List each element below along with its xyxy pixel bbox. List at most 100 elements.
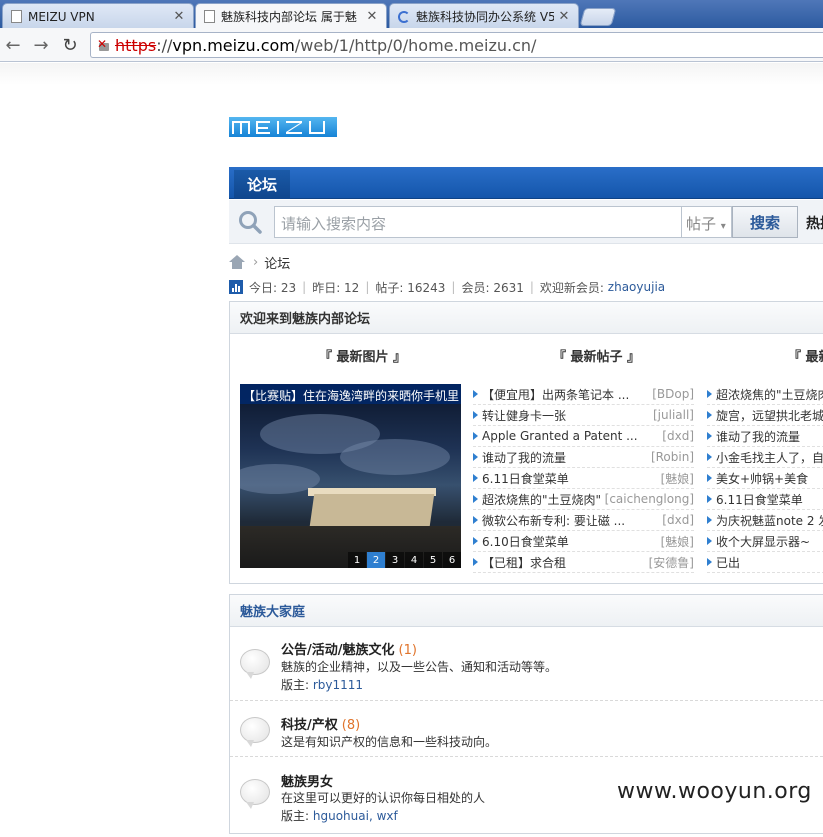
close-icon[interactable]: ✕: [173, 9, 185, 24]
triangle-bullet-icon: [473, 474, 478, 482]
forum-title-link[interactable]: 公告/活动/魅族文化: [281, 643, 395, 658]
search-bar: 请输入搜索内容 帖子 ▾ 搜索 热搜: [229, 200, 823, 244]
latest-post-item[interactable]: 【已租】求合租 [安德鲁]: [473, 552, 694, 573]
back-arrow-icon[interactable]: ←: [2, 34, 24, 56]
post-title[interactable]: 为庆祝魅蓝note 2 发: [716, 512, 823, 529]
triangle-bullet-icon: [707, 516, 712, 524]
forum-description: 魅族的企业精神，以及一些公告、通知和活动等等。: [281, 660, 558, 674]
post-title[interactable]: 微软公布新专利: 要让磁 ...: [482, 512, 658, 529]
latest-post-item[interactable]: Apple Granted a Patent ... [dxd]: [473, 426, 694, 447]
post-author[interactable]: [dxd]: [662, 429, 694, 443]
post-title[interactable]: 谁动了我的流量: [482, 449, 647, 466]
image-slideshow[interactable]: 【比赛贴】住在海逸湾畔的来晒你手机里 1 2 3 4 5 6: [240, 384, 461, 568]
post-title[interactable]: 谁动了我的流量: [716, 428, 823, 445]
third-column-list: 超浓烧焦的"土豆烧肉" 旋宫，远望拱北老城谁动了我的流量小金毛找主人了，自美女+帅…: [707, 384, 823, 573]
post-author[interactable]: [juliall]: [653, 408, 694, 422]
cloud-shape: [340, 439, 450, 475]
nav-tab-forum[interactable]: 论坛: [234, 170, 290, 199]
breadcrumb-forum[interactable]: 论坛: [264, 253, 290, 272]
list-item[interactable]: 旋宫，远望拱北老城: [707, 405, 823, 426]
post-author[interactable]: [魅娘]: [661, 470, 694, 487]
close-icon[interactable]: ✕: [558, 9, 570, 24]
post-title[interactable]: 【已租】求合租: [482, 554, 645, 571]
post-title[interactable]: 6.10日食堂菜单: [482, 533, 657, 550]
pager-dot[interactable]: 1: [348, 552, 366, 568]
latest-images-heading: 『 最新图片 』: [319, 350, 407, 365]
forum-description: 在这里可以更好的认识你每日相处的人: [281, 791, 486, 805]
new-tab-button[interactable]: [579, 8, 617, 26]
watermark: www.wooyun.org: [617, 779, 812, 804]
search-button[interactable]: 搜索: [732, 206, 798, 238]
stat-today: 今日: 23: [249, 280, 297, 295]
post-title[interactable]: 转让健身卡一张: [482, 407, 649, 424]
pager-dot-active[interactable]: 2: [367, 552, 385, 568]
post-title[interactable]: 美女+帅锅+美食: [716, 470, 823, 487]
moderator-link[interactable]: hguohuai, wxf: [313, 809, 398, 823]
meizu-logo[interactable]: [229, 117, 337, 137]
triangle-bullet-icon: [473, 432, 478, 440]
post-title[interactable]: 超浓烧焦的"土豆烧肉"...: [482, 491, 601, 508]
latest-post-item[interactable]: 谁动了我的流量 [Robin]: [473, 447, 694, 468]
post-title[interactable]: 收个大屏显示器~: [716, 533, 823, 550]
reload-icon[interactable]: ↻: [59, 34, 81, 56]
list-item[interactable]: 谁动了我的流量: [707, 426, 823, 447]
pager-dot[interactable]: 5: [424, 552, 442, 568]
stat-posts: 帖子: 16243: [375, 280, 446, 295]
triangle-bullet-icon: [707, 411, 712, 419]
list-item[interactable]: 为庆祝魅蓝note 2 发: [707, 510, 823, 531]
broken-lock-icon[interactable]: [97, 37, 111, 52]
latest-post-item[interactable]: 6.11日食堂菜单 [魅娘]: [473, 468, 694, 489]
list-item[interactable]: 已出: [707, 552, 823, 573]
post-title[interactable]: Apple Granted a Patent ...: [482, 429, 658, 443]
forum-moderators: 版主: rby1111: [281, 676, 363, 693]
post-author[interactable]: [魅娘]: [661, 533, 694, 550]
forward-arrow-icon[interactable]: →: [30, 34, 52, 56]
close-icon[interactable]: ✕: [366, 9, 378, 24]
post-title[interactable]: 【便宜甩】出两条笔记本 ...: [482, 386, 648, 403]
tab-forum[interactable]: 魅族科技内部论坛 属于魅 ✕: [195, 3, 387, 28]
post-title[interactable]: 已出: [716, 554, 823, 571]
pager-dot[interactable]: 3: [386, 552, 404, 568]
search-input[interactable]: 请输入搜索内容: [274, 206, 682, 238]
pager-dot[interactable]: 4: [405, 552, 423, 568]
latest-post-item[interactable]: 6.10日食堂菜单 [魅娘]: [473, 531, 694, 552]
list-item[interactable]: 小金毛找主人了，自: [707, 447, 823, 468]
post-title[interactable]: 小金毛找主人了，自: [716, 449, 823, 466]
list-item[interactable]: 收个大屏显示器~: [707, 531, 823, 552]
browser-toolbar: ← → ↻ https://vpn.meizu.com/web/1/http/0…: [0, 28, 823, 62]
post-title[interactable]: 6.11日食堂菜单: [482, 470, 657, 487]
station-shape: [309, 494, 435, 526]
forum-title-link[interactable]: 科技/产权: [281, 718, 338, 733]
triangle-bullet-icon: [473, 411, 478, 419]
post-author[interactable]: [Robin]: [651, 450, 694, 464]
breadcrumb: › 论坛: [229, 253, 290, 272]
hot-search-label: 热搜: [806, 216, 823, 232]
slideshow-caption[interactable]: 【比赛贴】住在海逸湾畔的来晒你手机里: [240, 384, 461, 404]
post-title[interactable]: 6.11日食堂菜单: [716, 491, 823, 508]
tab-office[interactable]: 魅族科技协同办公系统 V5 ✕: [389, 3, 579, 28]
moderator-link[interactable]: rby1111: [313, 678, 363, 692]
forum-stats: 今日: 23 | 昨日: 12 | 帖子: 16243 | 会员: 2631 | 欢迎新…: [229, 279, 665, 295]
list-item[interactable]: 6.11日食堂菜单: [707, 489, 823, 510]
post-author[interactable]: [caichenglong]: [605, 492, 694, 506]
home-icon[interactable]: [229, 255, 245, 269]
latest-post-item[interactable]: 微软公布新专利: 要让磁 ... [dxd]: [473, 510, 694, 531]
post-author[interactable]: [BDop]: [652, 387, 694, 401]
post-author[interactable]: [安德鲁]: [649, 554, 694, 571]
new-member-link[interactable]: zhaoyujia: [608, 280, 665, 294]
forum-nav-bar: 论坛: [229, 167, 823, 199]
triangle-bullet-icon: [707, 432, 712, 440]
latest-post-item[interactable]: 超浓烧焦的"土豆烧肉"... [caichenglong]: [473, 489, 694, 510]
post-title[interactable]: 旋宫，远望拱北老城: [716, 407, 823, 424]
post-title[interactable]: 超浓烧焦的"土豆烧肉": [716, 386, 823, 403]
post-author[interactable]: [dxd]: [662, 513, 694, 527]
address-bar[interactable]: https://vpn.meizu.com/web/1/http/0/home.…: [90, 32, 823, 58]
tab-meizu-vpn[interactable]: MEIZU VPN ✕: [2, 3, 194, 28]
latest-post-item[interactable]: 【便宜甩】出两条笔记本 ... [BDop]: [473, 384, 694, 405]
list-item[interactable]: 美女+帅锅+美食: [707, 468, 823, 489]
pager-dot[interactable]: 6: [443, 552, 461, 568]
search-type-select[interactable]: 帖子 ▾: [682, 206, 732, 238]
forum-title-link[interactable]: 魅族男女: [281, 775, 333, 790]
list-item[interactable]: 超浓烧焦的"土豆烧肉": [707, 384, 823, 405]
latest-post-item[interactable]: 转让健身卡一张 [juliall]: [473, 405, 694, 426]
